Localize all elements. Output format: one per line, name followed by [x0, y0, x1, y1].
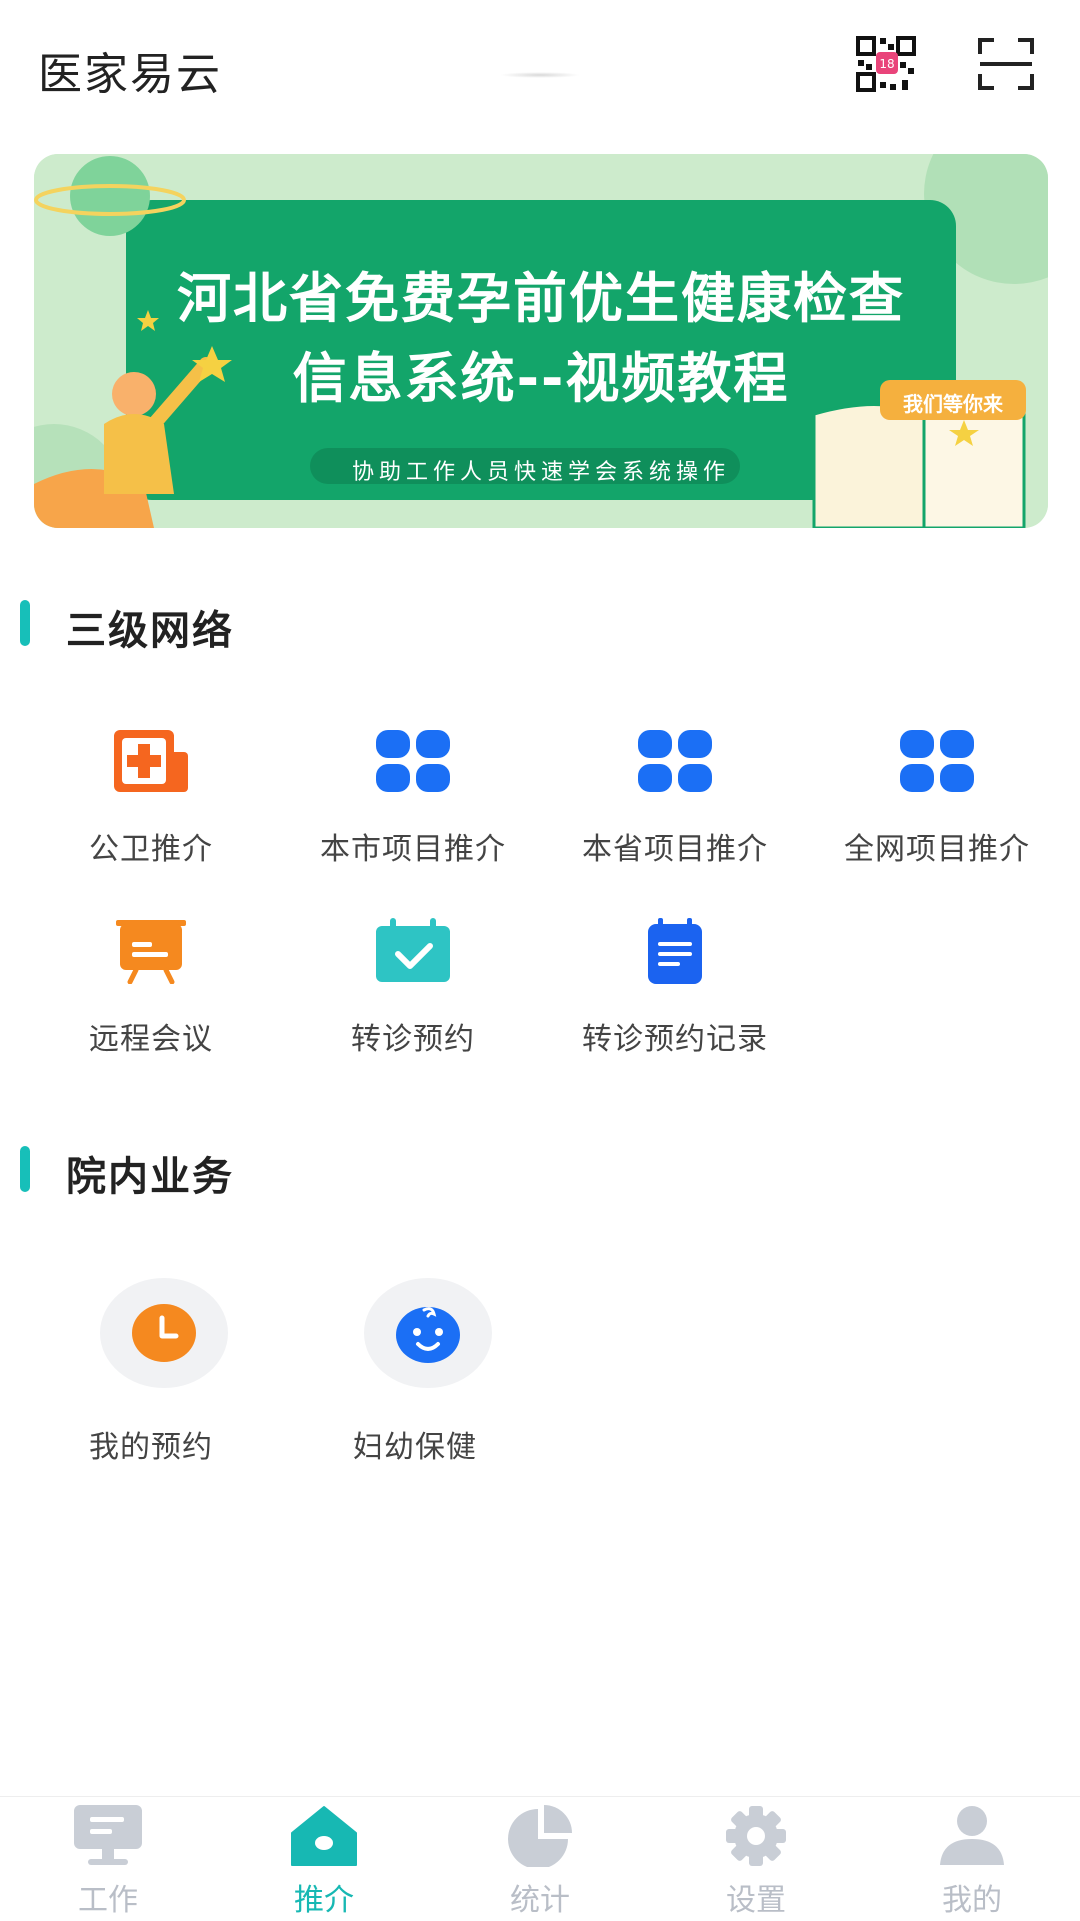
tab-statistics[interactable]: 统计	[432, 1797, 648, 1921]
tab-recommend[interactable]: 推介	[216, 1797, 432, 1921]
icon-circle	[364, 1278, 492, 1388]
clock-icon	[132, 1304, 196, 1362]
tab-label: 我的	[942, 1883, 1002, 1918]
network-item-label: 远程会议	[89, 1022, 213, 1057]
network-item-referral-booking[interactable]: 转诊预约	[298, 918, 528, 1078]
pie-chart-icon	[508, 1805, 572, 1867]
header-divider-shadow	[500, 72, 580, 78]
network-item-label: 转诊预约记录	[582, 1022, 768, 1057]
header: 医家易云 18	[0, 0, 1080, 130]
baby-face-icon	[396, 1307, 460, 1363]
network-item-label: 转诊预约	[351, 1022, 475, 1057]
banner-subtitle: 协助工作人员快速学会系统操作	[351, 460, 730, 485]
icon-circle	[100, 1278, 228, 1388]
network-item-remote-meeting[interactable]: 远程会议	[36, 918, 266, 1078]
tab-label: 工作	[78, 1883, 138, 1918]
grid-icon	[900, 730, 974, 792]
network-item-label: 公卫推介	[89, 832, 213, 867]
user-icon	[940, 1806, 1004, 1865]
promo-banner[interactable]: 河北省免费孕前优生健康检查 信息系统--视频教程 协助工作人员快速学会系统操作 …	[34, 154, 1048, 528]
grid-icon	[638, 730, 712, 792]
tab-settings[interactable]: 设置	[648, 1797, 864, 1921]
network-item-referral-records[interactable]: 转诊预约记录	[560, 918, 790, 1078]
app-title: 医家易云	[38, 49, 222, 100]
section-title: 三级网络	[66, 608, 234, 654]
network-item-label: 本市项目推介	[320, 832, 506, 867]
banner-tag: 我们等你来	[903, 392, 1003, 416]
tab-mine[interactable]: 我的	[864, 1797, 1080, 1921]
gear-icon	[726, 1806, 786, 1866]
bottom-tab-bar: 工作 推介 统计 设置 我的	[0, 1796, 1080, 1921]
qr-code-icon[interactable]: 18	[856, 36, 916, 92]
monitor-icon	[74, 1805, 142, 1865]
network-item-province-projects[interactable]: 本省项目推介	[560, 728, 790, 888]
network-item-public-health[interactable]: 公卫推介	[36, 728, 266, 888]
qr-badge-text: 18	[879, 57, 894, 71]
calendar-check-icon	[376, 918, 450, 982]
medical-kit-icon	[114, 730, 188, 792]
grid-icon	[376, 730, 450, 792]
hospital-item-label: 我的预约	[89, 1430, 213, 1465]
clipboard-list-icon	[648, 918, 702, 984]
section-accent-bar	[20, 1146, 30, 1192]
section-accent-bar	[20, 600, 30, 646]
scan-icon[interactable]	[976, 36, 1036, 92]
tab-work[interactable]: 工作	[0, 1797, 216, 1921]
hospital-item-label: 妇幼保健	[353, 1430, 477, 1465]
banner-title-line1: 河北省免费孕前优生健康检查	[177, 267, 905, 330]
network-item-city-projects[interactable]: 本市项目推介	[298, 728, 528, 888]
section-header-hospital: 院内业务	[20, 1136, 420, 1200]
tab-label: 推介	[294, 1883, 354, 1918]
section-header-network: 三级网络	[20, 590, 420, 654]
tab-label: 设置	[726, 1883, 786, 1918]
network-item-label: 本省项目推介	[582, 832, 768, 867]
section-title: 院内业务	[66, 1154, 234, 1200]
tab-label: 统计	[510, 1883, 570, 1918]
network-item-label: 全网项目推介	[844, 832, 1030, 867]
home-icon	[291, 1806, 357, 1866]
hospital-item-maternal-child[interactable]: 妇幼保健	[300, 1278, 530, 1468]
hospital-item-my-appointments[interactable]: 我的预约	[36, 1278, 266, 1468]
presentation-board-icon	[116, 920, 186, 984]
network-item-all-projects[interactable]: 全网项目推介	[822, 728, 1052, 888]
